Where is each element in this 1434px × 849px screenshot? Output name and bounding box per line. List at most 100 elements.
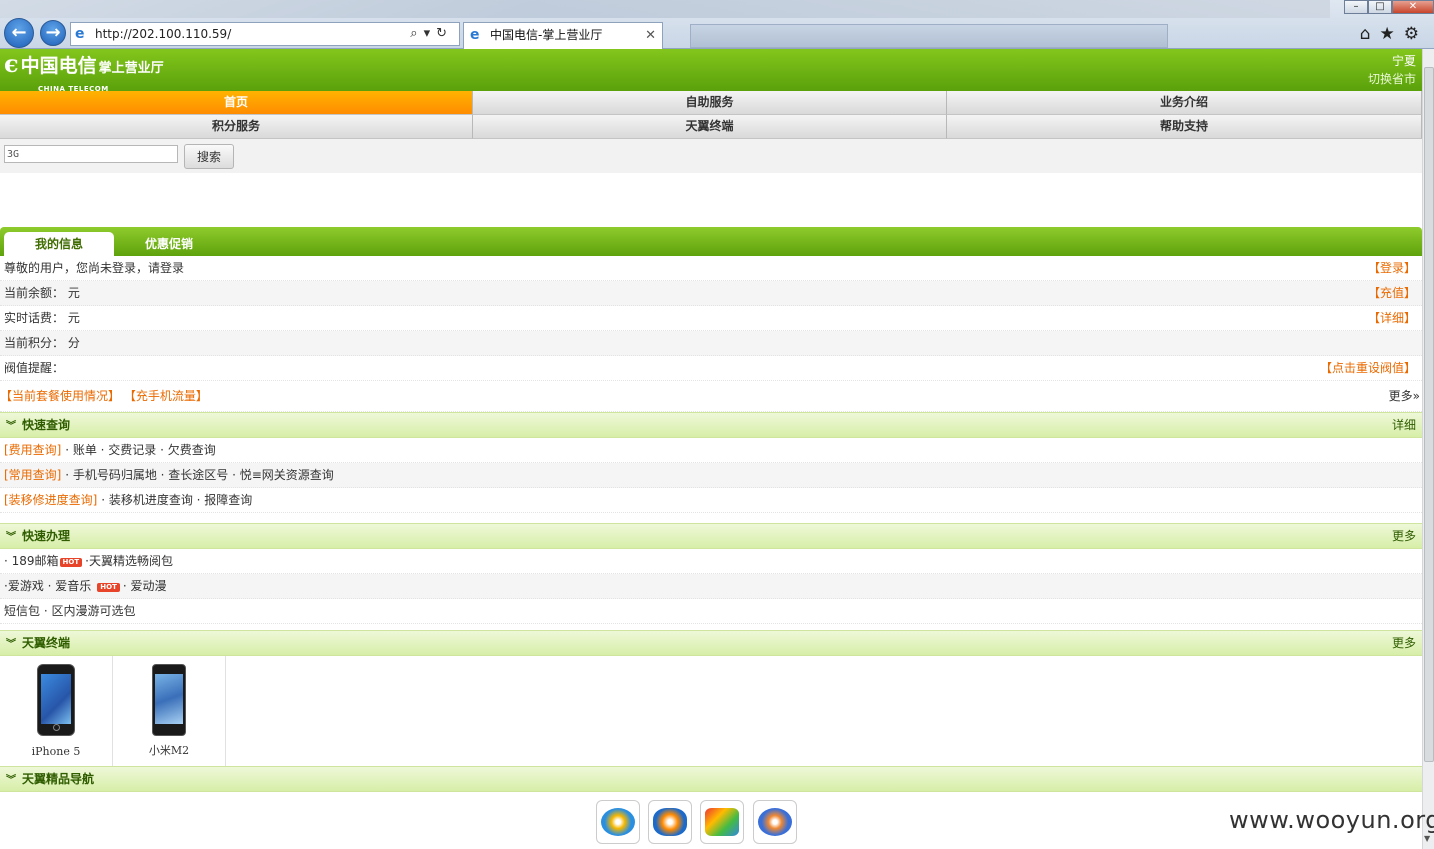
window-controls: – □ ✕ bbox=[1344, 0, 1434, 18]
site-header: ϵ 中国电信 掌上营业厅 CHINA TELECOM 宁夏 切换省市 bbox=[0, 49, 1422, 94]
shopping-app-icon[interactable] bbox=[700, 800, 744, 844]
info-row-links: 【当前套餐使用情况】 【充手机流量】 更多» bbox=[0, 381, 1422, 412]
common-query-items[interactable]: · 手机号码归属地 · 查长途区号 · 悦≡网关资源查询 bbox=[65, 468, 334, 482]
info-tabs: 我的信息 优惠促销 bbox=[0, 227, 1422, 256]
phone-card-mi2[interactable]: 小米M2 bbox=[113, 656, 226, 766]
game-music-links[interactable]: ·爱游戏 · 爱音乐 bbox=[4, 579, 91, 593]
page-content: ϵ 中国电信 掌上营业厅 CHINA TELECOM 宁夏 切换省市 首页 自助服务… bbox=[0, 49, 1422, 849]
banner-area bbox=[0, 173, 1422, 227]
iphone5-image bbox=[37, 664, 75, 736]
phone-name: iPhone 5 bbox=[31, 745, 81, 758]
nav-terminals[interactable]: 天翼终端 bbox=[473, 115, 947, 139]
common-query-category[interactable]: [常用查询] bbox=[4, 468, 61, 482]
hot-badge: HOT bbox=[59, 558, 83, 567]
info-row-points: 当前积分： 分 bbox=[0, 331, 1422, 356]
scroll-down-icon[interactable]: ▼ bbox=[1424, 834, 1430, 843]
detail-link[interactable]: 【详细】 bbox=[1368, 306, 1416, 330]
address-url: http://202.100.110.59/ bbox=[95, 27, 232, 41]
logo-en: CHINA TELECOM bbox=[38, 85, 109, 93]
handle-row-1: · 189邮箱 HOT ·天翼精选畅阅包 bbox=[0, 549, 1422, 574]
video-app-icon[interactable] bbox=[648, 800, 692, 844]
main-nav: 首页 自助服务 业务介绍 积分服务 天翼终端 帮助支持 bbox=[0, 91, 1422, 139]
logo-cn: 中国电信 bbox=[20, 55, 97, 77]
progress-query-category[interactable]: [装移修进度查询] bbox=[4, 493, 97, 507]
nav-help[interactable]: 帮助支持 bbox=[947, 115, 1422, 139]
watermark: www.wooyun.org bbox=[1229, 806, 1434, 834]
nav-business-intro[interactable]: 业务介绍 bbox=[947, 91, 1422, 115]
quick-handle-more-link[interactable]: 更多 bbox=[1392, 524, 1416, 549]
address-tools[interactable]: ⌕▾↻ bbox=[410, 23, 453, 45]
tab-promotions[interactable]: 优惠促销 bbox=[145, 232, 193, 256]
double-chevron-right-icon: » bbox=[1412, 389, 1420, 403]
reading-package-link[interactable]: ·天翼精选畅阅包 bbox=[85, 554, 173, 568]
telecom-e-icon: ϵ bbox=[4, 49, 19, 78]
terminals-more-link[interactable]: 更多 bbox=[1392, 631, 1416, 656]
double-chevron-down-icon: ︾ bbox=[6, 639, 16, 650]
forward-button[interactable]: → bbox=[40, 20, 66, 46]
progress-query-items[interactable]: · 装移机进度查询 · 报障查询 bbox=[101, 493, 252, 507]
section-terminals: ︾ 天翼终端 更多 bbox=[0, 630, 1422, 656]
fee-query-category[interactable]: [费用查询] bbox=[4, 443, 61, 457]
handle-row-2: ·爱游戏 · 爱音乐 HOT · 爱动漫 bbox=[0, 574, 1422, 599]
china-telecom-logo[interactable]: ϵ 中国电信 掌上营业厅 CHINA TELECOM bbox=[4, 52, 164, 94]
close-tab-icon[interactable]: ✕ bbox=[645, 23, 656, 48]
browser-toolbar-icons[interactable]: ⌂★⚙ bbox=[1360, 24, 1428, 44]
close-window-button[interactable]: ✕ bbox=[1392, 0, 1434, 14]
search-bar: 搜索 bbox=[0, 139, 1422, 173]
nav-self-service[interactable]: 自助服务 bbox=[473, 91, 947, 115]
maximize-button[interactable]: □ bbox=[1368, 0, 1392, 14]
anime-link[interactable]: · 爱动漫 bbox=[123, 579, 167, 593]
info-row-realtime: 实时话费： 元 【详细】 bbox=[0, 306, 1422, 331]
mi2-image bbox=[152, 664, 186, 736]
tab-my-info[interactable]: 我的信息 bbox=[4, 232, 114, 256]
realtime-fee-text: 实时话费： 元 bbox=[4, 311, 80, 325]
ie-icon: e bbox=[470, 27, 480, 43]
nav-points[interactable]: 积分服务 bbox=[0, 115, 473, 139]
reset-threshold-link[interactable]: 【点击重设阀值】 bbox=[1320, 356, 1416, 380]
fee-query-items[interactable]: · 账单 · 交费记录 · 欠费查询 bbox=[65, 443, 216, 457]
section-title: 天翼精品导航 bbox=[22, 772, 95, 786]
gear-icon[interactable]: ⚙ bbox=[1404, 24, 1428, 44]
switch-province-link[interactable]: 切换省市 bbox=[1368, 70, 1416, 88]
boutique-apps bbox=[0, 792, 1422, 848]
current-province: 宁夏 bbox=[1391, 54, 1416, 68]
phone-flow-link[interactable]: 【充手机流量】 bbox=[124, 389, 208, 403]
province-area: 宁夏 切换省市 bbox=[1368, 52, 1416, 88]
arrow-left-icon: ← bbox=[11, 22, 27, 43]
home-icon[interactable]: ⌂ bbox=[1360, 24, 1380, 44]
info-row-threshold: 阀值提醒： 【点击重设阀值】 bbox=[0, 356, 1422, 381]
more-link[interactable]: 更多» bbox=[1389, 381, 1420, 411]
mail-189-link[interactable]: · 189邮箱 bbox=[4, 554, 59, 568]
page-scrollbar[interactable]: ▼ bbox=[1422, 49, 1434, 849]
section-quick-handle: ︾ 快速办理 更多 bbox=[0, 523, 1422, 549]
music-app-icon[interactable] bbox=[596, 800, 640, 844]
phone-list: iPhone 5 小米M2 bbox=[0, 656, 1422, 766]
quick-query-detail-link[interactable]: 详细 bbox=[1392, 413, 1416, 438]
search-button[interactable]: 搜索 bbox=[184, 144, 234, 169]
handle-row-3: 短信包 · 区内漫游可选包 bbox=[0, 599, 1422, 624]
section-title: 快速办理 bbox=[22, 529, 71, 543]
back-button[interactable]: ← bbox=[4, 18, 34, 48]
address-bar[interactable]: e http://202.100.110.59/ ⌕▾↻ bbox=[70, 22, 460, 46]
login-link[interactable]: 【登录】 bbox=[1368, 256, 1416, 280]
recharge-link[interactable]: 【充值】 bbox=[1368, 281, 1416, 305]
hot-badge: HOT bbox=[97, 583, 120, 592]
sms-roaming-links[interactable]: 短信包 · 区内漫游可选包 bbox=[4, 604, 135, 618]
minimize-button[interactable]: – bbox=[1344, 0, 1368, 14]
query-row-progress: [装移修进度查询] · 装移机进度查询 · 报障查询 bbox=[0, 488, 1422, 513]
browser-tab[interactable]: e 中国电信-掌上营业厅 ✕ bbox=[463, 22, 663, 49]
package-usage-link[interactable]: 【当前套餐使用情况】 bbox=[0, 389, 120, 403]
game-app-icon[interactable] bbox=[753, 800, 797, 844]
threshold-text: 阀值提醒： bbox=[4, 361, 65, 375]
arrow-right-icon: → bbox=[45, 22, 61, 43]
phone-card-iphone5[interactable]: iPhone 5 bbox=[0, 656, 113, 766]
info-row-balance: 当前余额： 元 【充值】 bbox=[0, 281, 1422, 306]
favorites-star-icon[interactable]: ★ bbox=[1380, 24, 1404, 44]
search-input[interactable] bbox=[4, 145, 178, 163]
double-chevron-down-icon: ︾ bbox=[6, 532, 16, 543]
points-text: 当前积分： 分 bbox=[4, 336, 80, 350]
scrollbar-thumb[interactable] bbox=[1424, 67, 1434, 762]
section-title: 快速查询 bbox=[22, 418, 71, 432]
greeting-text: 尊敬的用户，您尚未登录，请登录 bbox=[4, 261, 185, 275]
